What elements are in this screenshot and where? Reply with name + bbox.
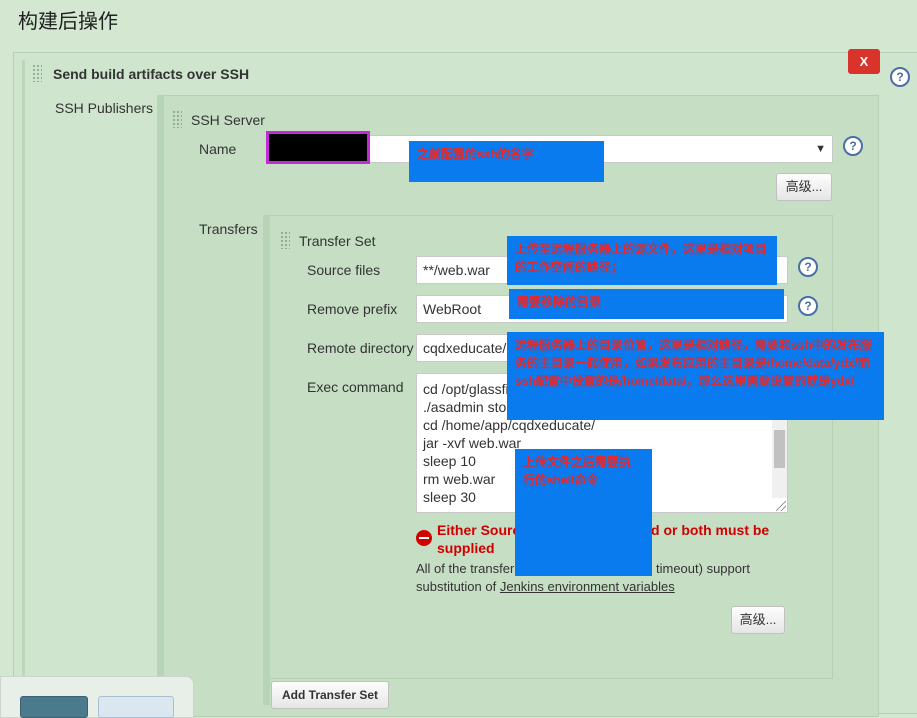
exec-line: sleep 10 (423, 453, 476, 469)
error-message-part3: supplied (437, 540, 495, 556)
annotation-exec: 上传文件之后需要执行的shell命令 (515, 449, 652, 576)
textarea-scroll-thumb[interactable] (774, 430, 785, 468)
server-advanced-button[interactable]: 高级... (776, 173, 832, 201)
caret-down-icon: ▼ (815, 143, 826, 155)
publisher-title: Send build artifacts over SSH (53, 66, 250, 82)
question-icon[interactable]: ? (843, 136, 863, 156)
info-text-part2: timeout) support (656, 561, 750, 576)
error-message-part2: d or both must be (651, 522, 770, 538)
masked-server-name (266, 131, 370, 164)
ssh-server-title: SSH Server (191, 112, 265, 128)
exec-line: cd /opt/glassfis (423, 381, 516, 397)
source-files-label: Source files (307, 262, 381, 278)
transfer-advanced-button[interactable]: 高级... (731, 606, 785, 634)
annotation-prefix: 需要移除的目录 (509, 289, 784, 319)
question-icon[interactable]: ? (798, 257, 818, 277)
drag-handle-icon[interactable] (172, 110, 182, 128)
info-text-line2: substitution of Jenkins environment vari… (416, 579, 675, 594)
ssh-server-left-bar (157, 95, 164, 715)
error-message-part1: Either Sourc (437, 522, 521, 538)
remove-prefix-label: Remove prefix (307, 301, 398, 317)
transfers-label: Transfers (199, 221, 258, 237)
exec-line: ./asadmin stop (423, 399, 515, 415)
transfer-set-title: Transfer Set (299, 233, 376, 249)
save-button[interactable] (20, 696, 88, 718)
info-text-part1: All of the transfer (416, 561, 515, 576)
jenkins-env-vars-link[interactable]: Jenkins environment variables (500, 579, 675, 594)
drag-handle-icon[interactable] (280, 231, 290, 249)
delete-button[interactable]: X (848, 49, 880, 74)
error-circle-icon (416, 530, 432, 546)
exec-line: sleep 30 (423, 489, 476, 505)
section-title: 构建后操作 (18, 11, 118, 33)
annotation-source: 上传至远程服务器上的源文件，这里是相对项目的工作空间的路径； (507, 236, 777, 285)
drag-handle-icon[interactable] (32, 64, 42, 82)
annotation-remote: 远程服务器上的目录位置，这里是相对路径，需要和ssh中的发布服务的主目录一起使用… (507, 332, 884, 420)
publisher-left-bar (22, 60, 25, 705)
name-label: Name (199, 141, 237, 157)
exec-line: jar -xvf web.war (423, 435, 522, 451)
resize-grip-icon[interactable] (776, 501, 786, 511)
exec-line: rm web.war (423, 471, 496, 487)
info-prefix: substitution of (416, 579, 497, 594)
ssh-publishers-label: SSH Publishers (55, 100, 154, 116)
annotation-name: 之前配置的ssh的名字 (409, 141, 604, 182)
transfer-set-left-bar (263, 215, 270, 705)
apply-button[interactable] (98, 696, 174, 718)
remote-directory-label: Remote directory (307, 340, 414, 356)
exec-command-label: Exec command (307, 379, 404, 395)
question-icon[interactable]: ? (798, 296, 818, 316)
question-icon[interactable]: ? (890, 67, 910, 87)
